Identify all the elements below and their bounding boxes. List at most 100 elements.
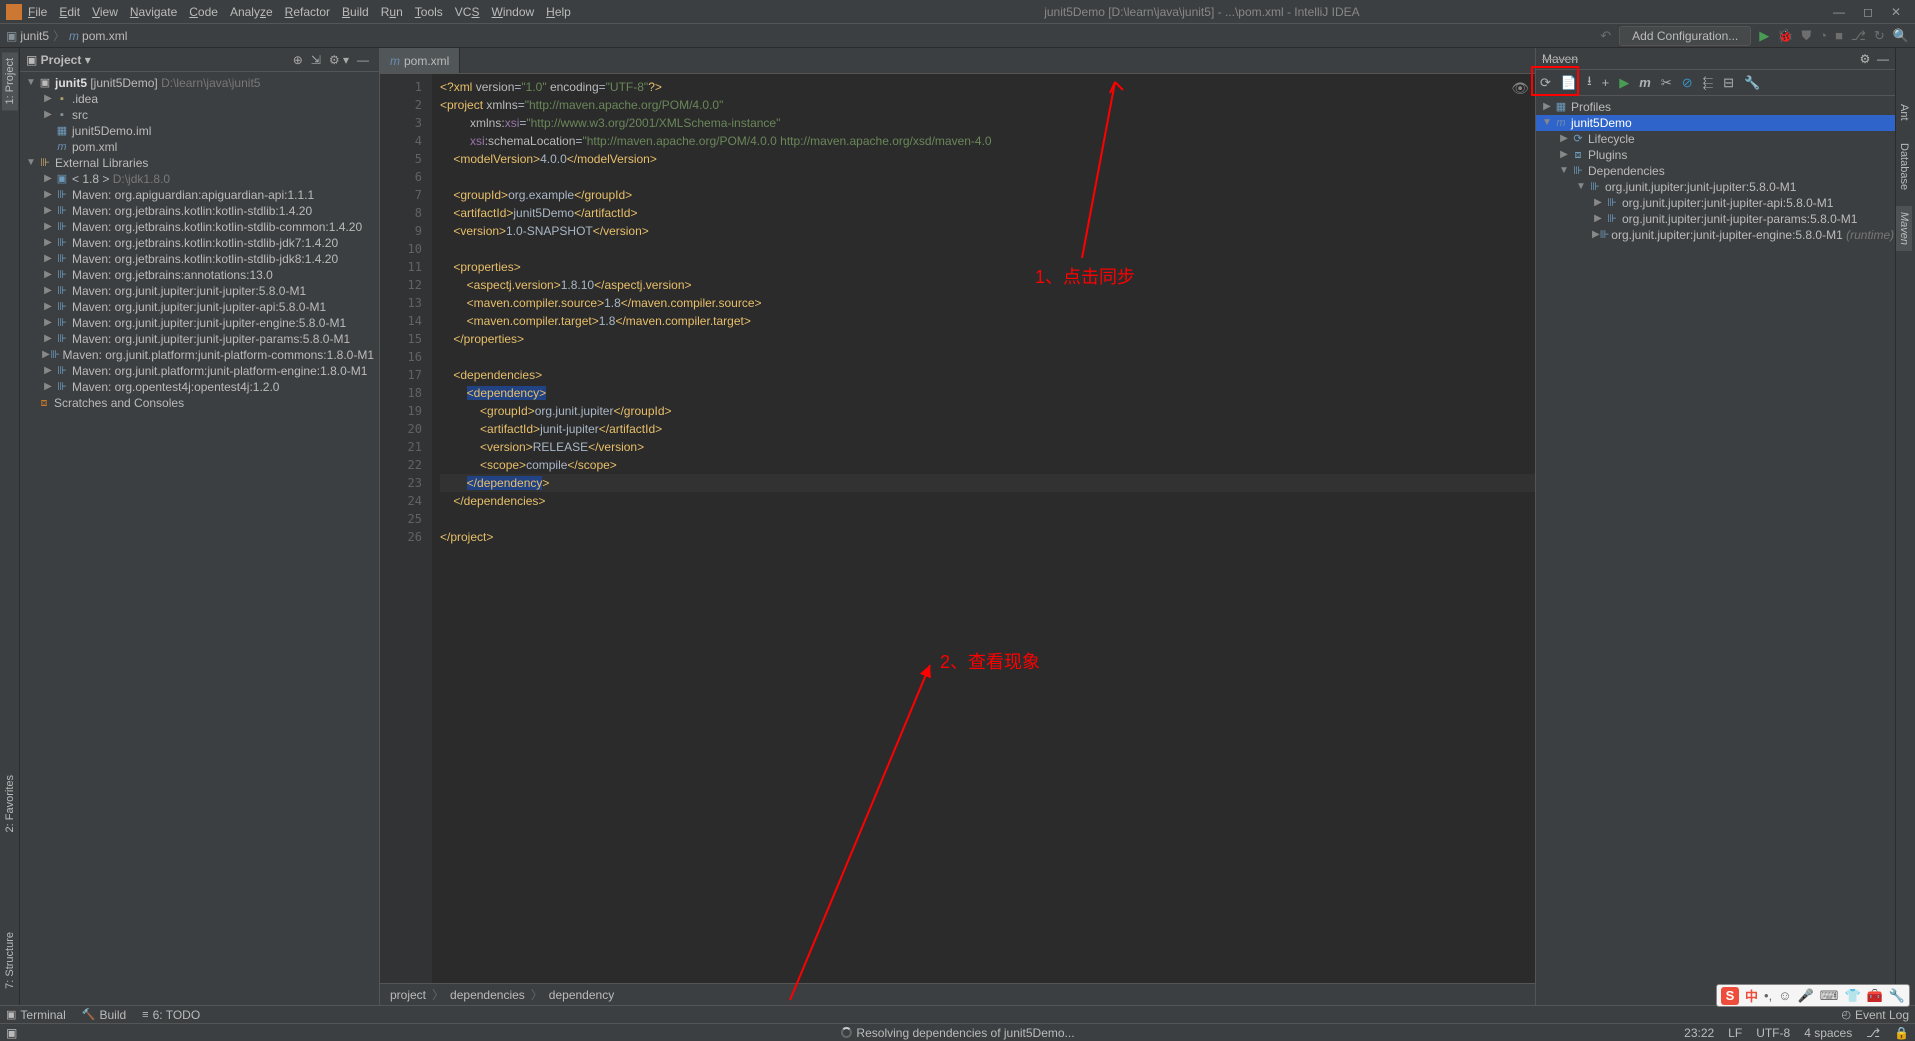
- status-line-sep[interactable]: LF: [1728, 1026, 1742, 1040]
- menu-file[interactable]: File: [28, 5, 47, 19]
- lib-item: ▶⊪Maven: org.opentest4j:opentest4j:1.2.0: [20, 379, 379, 395]
- lib-item: ▶⊪Maven: org.jetbrains.kotlin:kotlin-std…: [20, 219, 379, 235]
- reader-mode-icon[interactable]: 👁: [1511, 80, 1529, 97]
- ime-voice-icon[interactable]: 🎤: [1797, 988, 1813, 1004]
- project-tree[interactable]: ▼▣junit5 [junit5Demo] D:\learn\java\juni…: [20, 72, 379, 414]
- menu-bar: File Edit View Navigate Code Analyze Ref…: [28, 5, 571, 19]
- lib-item: ▶⊪Maven: org.junit.platform:junit-platfo…: [20, 347, 379, 363]
- add-project-icon[interactable]: +: [1602, 75, 1610, 90]
- crumb-dependency[interactable]: dependency: [549, 988, 614, 1002]
- add-configuration-button[interactable]: Add Configuration...: [1619, 26, 1751, 46]
- reimport-icon[interactable]: ⟳: [1540, 75, 1551, 91]
- ime-settings-icon[interactable]: 🔧: [1889, 988, 1905, 1004]
- ime-toolbox-icon[interactable]: 🧰: [1867, 988, 1883, 1004]
- rail-tab-maven[interactable]: Maven: [1896, 206, 1912, 251]
- maximize-icon[interactable]: ◻: [1863, 5, 1873, 19]
- sogou-logo-icon[interactable]: S: [1721, 987, 1739, 1005]
- title-bar: File Edit View Navigate Code Analyze Ref…: [0, 0, 1915, 24]
- settings-icon[interactable]: 🔧: [1744, 75, 1760, 91]
- editor-breadcrumbs: project〉 dependencies〉 dependency: [380, 983, 1535, 1005]
- select-opened-file-icon[interactable]: ⊕: [293, 53, 303, 67]
- menu-navigate[interactable]: Navigate: [130, 5, 177, 19]
- ime-keyboard-icon[interactable]: ⌨: [1820, 988, 1839, 1004]
- menu-vcs[interactable]: VCS: [455, 5, 480, 19]
- menu-refactor[interactable]: Refactor: [285, 5, 330, 19]
- run-icon[interactable]: ▶: [1619, 75, 1629, 91]
- project-panel-title: ▣ Project ▾: [26, 53, 91, 67]
- profile-icon[interactable]: ◔: [1819, 28, 1827, 43]
- status-lock-icon[interactable]: 🔒: [1894, 1026, 1909, 1040]
- ime-toolbar[interactable]: S 中 •, ☺ 🎤 ⌨ 👕 🧰 🔧: [1716, 984, 1910, 1007]
- menu-code[interactable]: Code: [189, 5, 218, 19]
- sync-icon[interactable]: ↻: [1874, 28, 1885, 44]
- event-log-button[interactable]: ◴ Event Log: [1841, 1008, 1909, 1022]
- stop-icon[interactable]: ■: [1835, 28, 1843, 43]
- breadcrumb-root[interactable]: ▣ junit5: [6, 29, 49, 43]
- menu-analyze[interactable]: Analyze: [230, 5, 273, 19]
- execute-goal-icon[interactable]: m: [1639, 75, 1651, 90]
- lib-item: ▶⊪Maven: org.junit.jupiter:junit-jupiter…: [20, 299, 379, 315]
- build-button[interactable]: 🔨 Build: [82, 1008, 126, 1022]
- code-editor[interactable]: <?xml version="1.0" encoding="UTF-8"?> <…: [430, 74, 1535, 983]
- rail-tab-ant[interactable]: Ant: [1896, 98, 1912, 127]
- debug-icon[interactable]: 🐞: [1777, 28, 1793, 44]
- gear-icon[interactable]: ⚙ ▾: [329, 53, 349, 67]
- editor-area: mpom.xml 1234567891011121314151617181920…: [380, 48, 1535, 1005]
- search-icon[interactable]: 🔍: [1893, 28, 1909, 44]
- menu-tools[interactable]: Tools: [415, 5, 443, 19]
- minimize-icon[interactable]: —: [1833, 5, 1845, 19]
- ime-punct-icon[interactable]: •,: [1764, 988, 1772, 1003]
- progress-spinner-icon: [840, 1027, 851, 1038]
- crumb-dependencies[interactable]: dependencies: [450, 988, 525, 1002]
- ime-emoji-icon[interactable]: ☺: [1778, 988, 1791, 1003]
- editor-tab-pom[interactable]: mpom.xml: [380, 48, 460, 73]
- coverage-icon[interactable]: ⛊: [1801, 28, 1811, 44]
- menu-edit[interactable]: Edit: [59, 5, 80, 19]
- status-bar: ▣ Resolving dependencies of junit5Demo..…: [0, 1023, 1915, 1041]
- download-icon[interactable]: ⭳: [1587, 72, 1592, 94]
- terminal-button[interactable]: ▣ Terminal: [6, 1008, 66, 1022]
- bottom-tool-bar: ▣ Terminal 🔨 Build ≡ 6: TODO ◴ Event Log: [0, 1005, 1915, 1023]
- ime-skin-icon[interactable]: 👕: [1844, 988, 1860, 1004]
- toggle-offline-icon[interactable]: ✂: [1661, 75, 1672, 91]
- gear-icon[interactable]: ⚙: [1860, 52, 1871, 66]
- crumb-project[interactable]: project: [390, 988, 426, 1002]
- status-left-icon[interactable]: ▣: [6, 1026, 17, 1040]
- hide-icon[interactable]: —: [357, 53, 369, 67]
- menu-view[interactable]: View: [92, 5, 118, 19]
- rail-tab-favorites[interactable]: 2: Favorites: [2, 769, 18, 838]
- generate-sources-icon[interactable]: 📄: [1561, 75, 1577, 91]
- menu-window[interactable]: Window: [491, 5, 534, 19]
- menu-build[interactable]: Build: [342, 5, 369, 19]
- app-icon: [6, 4, 22, 20]
- collapse-all-icon[interactable]: ⊟: [1723, 75, 1734, 91]
- breadcrumb-file[interactable]: m pom.xml: [69, 29, 127, 43]
- rail-tab-database[interactable]: Database: [1896, 137, 1912, 196]
- skip-tests-icon[interactable]: ⊘: [1682, 75, 1693, 91]
- maven-toolbar: ⟳ 📄 ⭳ + ▶ m ✂ ⊘ ⬱ ⊟ 🔧: [1536, 70, 1895, 96]
- status-message[interactable]: Resolving dependencies of junit5Demo...: [856, 1026, 1074, 1040]
- back-icon[interactable]: ↶: [1600, 28, 1611, 44]
- expand-all-icon[interactable]: ⇲: [311, 53, 321, 67]
- show-dependencies-icon[interactable]: ⬱: [1703, 75, 1714, 91]
- navigation-bar: ▣ junit5 〉 m pom.xml ↶ Add Configuration…: [0, 24, 1915, 48]
- status-time: 23:22: [1684, 1026, 1714, 1040]
- rail-tab-project[interactable]: 1: Project: [2, 52, 18, 110]
- menu-help[interactable]: Help: [546, 5, 571, 19]
- maven-panel: Maven ⚙ — ⟳ 📄 ⭳ + ▶ m ✂ ⊘ ⬱ ⊟ 🔧 ▶▦Profil…: [1535, 48, 1895, 1005]
- status-indent[interactable]: 4 spaces: [1804, 1026, 1852, 1040]
- menu-run[interactable]: Run: [381, 5, 403, 19]
- run-icon[interactable]: ▶: [1759, 28, 1769, 44]
- rail-tab-structure[interactable]: 7: Structure: [2, 926, 18, 995]
- window-title: junit5Demo [D:\learn\java\junit5] - ...\…: [571, 5, 1833, 19]
- hide-icon[interactable]: —: [1877, 52, 1889, 66]
- lib-item: ▶⊪Maven: org.apiguardian:apiguardian-api…: [20, 187, 379, 203]
- git-icon[interactable]: ⎇: [1851, 28, 1866, 44]
- ime-lang-icon[interactable]: 中: [1745, 986, 1758, 1005]
- close-icon[interactable]: ✕: [1891, 5, 1901, 19]
- todo-button[interactable]: ≡ 6: TODO: [142, 1008, 200, 1022]
- maven-panel-title: Maven: [1542, 52, 1578, 66]
- status-branch-icon[interactable]: ⎇: [1866, 1026, 1880, 1040]
- status-encoding[interactable]: UTF-8: [1756, 1026, 1790, 1040]
- maven-tree[interactable]: ▶▦Profiles ▼mjunit5Demo ▶⟳Lifecycle ▶⧈Pl…: [1536, 96, 1895, 246]
